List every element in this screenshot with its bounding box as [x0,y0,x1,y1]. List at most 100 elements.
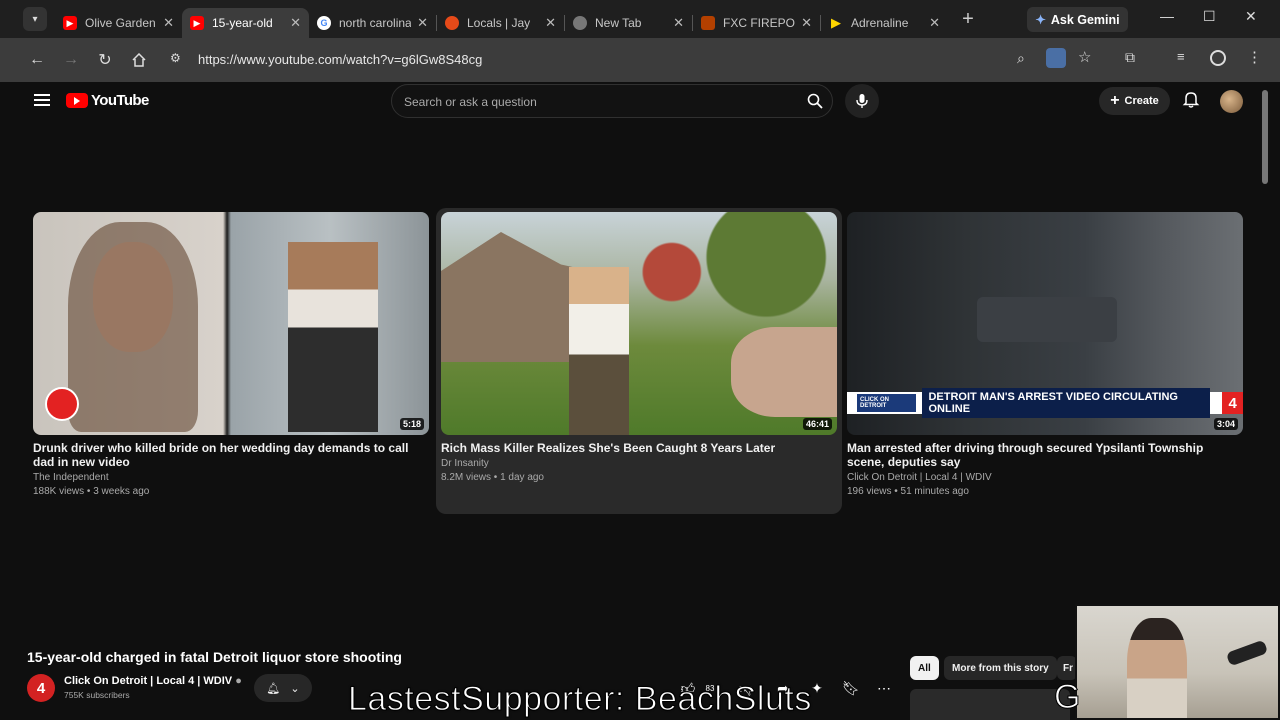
chevron-down-icon: ⌄ [290,682,300,695]
channel-avatar[interactable]: 4 [27,674,55,702]
minimize-button[interactable]: — [1160,8,1174,24]
browser-tab-6[interactable]: ▶ Adrenaline ✕ [821,8,948,38]
site-info-icon[interactable]: ⚙ [170,51,181,65]
webcam-person [1127,618,1187,718]
browser-tab-4[interactable]: New Tab ✕ [565,8,692,38]
search-placeholder: Search or ask a question [404,95,537,109]
related-video-card-hovered[interactable]: 46:41 Rich Mass Killer Realizes She's Be… [436,208,842,514]
forward-button[interactable]: → [54,43,88,77]
forward-arrow-icon: → [63,51,79,68]
more-horizontal-icon: ⋯ [877,679,891,696]
channel-name[interactable]: Click On Detroit | Local 4 | WDIV ● [64,675,242,687]
youtube-logo[interactable]: YouTube [66,92,149,109]
tab-title: FXC FIREPO [723,16,796,30]
search-button[interactable] [798,85,832,117]
browser-tab-1[interactable]: ▶ 15-year-old ✕ [182,8,309,38]
close-icon[interactable]: ✕ [801,15,812,31]
related-video-card[interactable]: 5:18 Drunk driver who killed bride on he… [33,212,429,499]
ask-gemini-label: Ask Gemini [1050,12,1120,27]
tab-search-dropdown[interactable]: ▾ [23,7,47,31]
close-icon[interactable]: ✕ [290,15,301,31]
plus-icon: + [1110,92,1120,109]
video-channel[interactable]: The Independent [33,471,429,485]
related-video-card[interactable]: CLICK ON DETROIT DETROIT MAN'S ARREST VI… [847,212,1243,499]
back-arrow-icon: ← [29,51,45,68]
address-bar[interactable]: ⚙ https://www.youtube.com/watch?v=g6lGw8… [162,43,1272,77]
watch-video-title: 15-year-old charged in fatal Detroit liq… [27,649,402,665]
create-button[interactable]: + Create [1099,87,1170,115]
search-input[interactable]: Search or ask a question [391,84,833,118]
browser-tab-5[interactable]: FXC FIREPO ✕ [693,8,820,38]
title-line-1: Drunk driver who killed bride on her wed… [33,441,409,469]
streamer-webcam [1075,604,1280,720]
reload-button[interactable]: ↻ [88,43,122,77]
search-icon [807,93,823,109]
next-video-thumbnail[interactable] [910,689,1070,720]
url-text[interactable]: https://www.youtube.com/watch?v=g6lGw8S4… [198,52,482,67]
ask-gemini-button[interactable]: ✦ Ask Gemini [1027,7,1128,32]
back-button[interactable]: ← [20,43,54,77]
plus-icon: + [962,7,974,30]
maximize-button[interactable]: ☐ [1203,8,1216,25]
close-icon[interactable]: ✕ [545,15,556,31]
video-meta: 196 views • 51 minutes ago [847,486,969,497]
channel-name-text: Click On Detroit | Local 4 | WDIV [64,675,233,687]
video-channel[interactable]: Dr Insanity [441,457,837,471]
new-tab-button[interactable]: + [954,5,982,33]
stream-overlay-partial-letter: G [1053,678,1081,717]
video-title[interactable]: Rich Mass Killer Realizes She's Been Cau… [441,441,837,455]
tab-title: north carolina [339,16,412,30]
video-meta: 188K views • 3 weeks ago [33,486,150,497]
scrollbar-thumb[interactable] [1262,90,1268,184]
hamburger-menu-icon[interactable] [34,94,50,106]
bookmark-star-icon[interactable]: ☆ [1078,48,1091,66]
video-thumbnail[interactable]: CLICK ON DETROIT DETROIT MAN'S ARREST VI… [847,212,1243,435]
verified-icon: ● [235,675,242,687]
profile-icon[interactable] [1210,50,1226,66]
bell-icon: 🔔︎ [266,682,281,695]
play-icon: ▶ [831,15,841,30]
sparkle-icon: ✦ [811,679,823,696]
video-channel[interactable]: Click On Detroit | Local 4 | WDIV [847,471,1243,485]
news-banner: CLICK ON DETROIT DETROIT MAN'S ARREST VI… [847,388,1243,418]
close-icon[interactable]: ✕ [163,15,174,31]
browser-tab-3[interactable]: Locals | Jay ✕ [437,8,564,38]
close-icon[interactable]: ✕ [417,15,428,31]
cast-icon[interactable] [1046,48,1066,68]
user-avatar[interactable] [1220,90,1243,113]
chip-more-from-story[interactable]: More from this story [944,656,1057,680]
subscribed-notifications-button[interactable]: 🔔︎ ⌄ [254,674,312,702]
close-icon[interactable]: ✕ [929,15,940,31]
video-duration: 3:04 [1213,418,1238,430]
close-icon[interactable]: ✕ [673,15,684,31]
microphone-icon [856,94,868,108]
home-button[interactable] [122,43,156,77]
chip-partial[interactable]: Fr [1057,656,1077,680]
video-thumbnail[interactable]: 46:41 [441,212,837,435]
browser-tab-2[interactable]: Gnorth carolina ✕ [309,8,436,38]
browser-toolbar: ← → ↻ ⚙ https://www.youtube.com/watch?v=… [0,38,1280,82]
webcam-microphone [1225,639,1269,667]
notifications-button[interactable] [1182,90,1202,110]
video-title[interactable]: Man arrested after driving through secur… [847,441,1243,469]
save-button[interactable]: 🔖︎ [839,676,863,700]
locals-icon [445,16,459,30]
chip-all[interactable]: All [910,656,939,680]
zoom-icon[interactable]: ⌕ [1017,50,1025,67]
mugshot-hair [68,222,198,432]
voice-search-button[interactable] [845,84,879,118]
subscriber-count: 755K subscribers [64,690,130,700]
close-window-button[interactable]: ✕ [1245,8,1257,25]
video-thumbnail[interactable]: 5:18 [33,212,429,435]
independent-logo [45,387,79,421]
bookmark-icon: 🔖︎ [842,679,860,696]
police-car [977,297,1117,342]
browser-tab-0[interactable]: ▶ Olive Garden ✕ [55,8,182,38]
youtube-wordmark: YouTube [91,92,149,109]
video-title[interactable]: Drunk driver who killed bride on her wed… [33,441,429,469]
extensions-icon[interactable]: ⧉ [1125,49,1135,66]
more-actions-button[interactable]: ⋯ [872,676,896,700]
tab-title: New Tab [595,16,642,30]
more-menu-icon[interactable]: ⋮ [1247,48,1262,66]
media-controls-icon[interactable]: ≡ [1177,49,1185,64]
